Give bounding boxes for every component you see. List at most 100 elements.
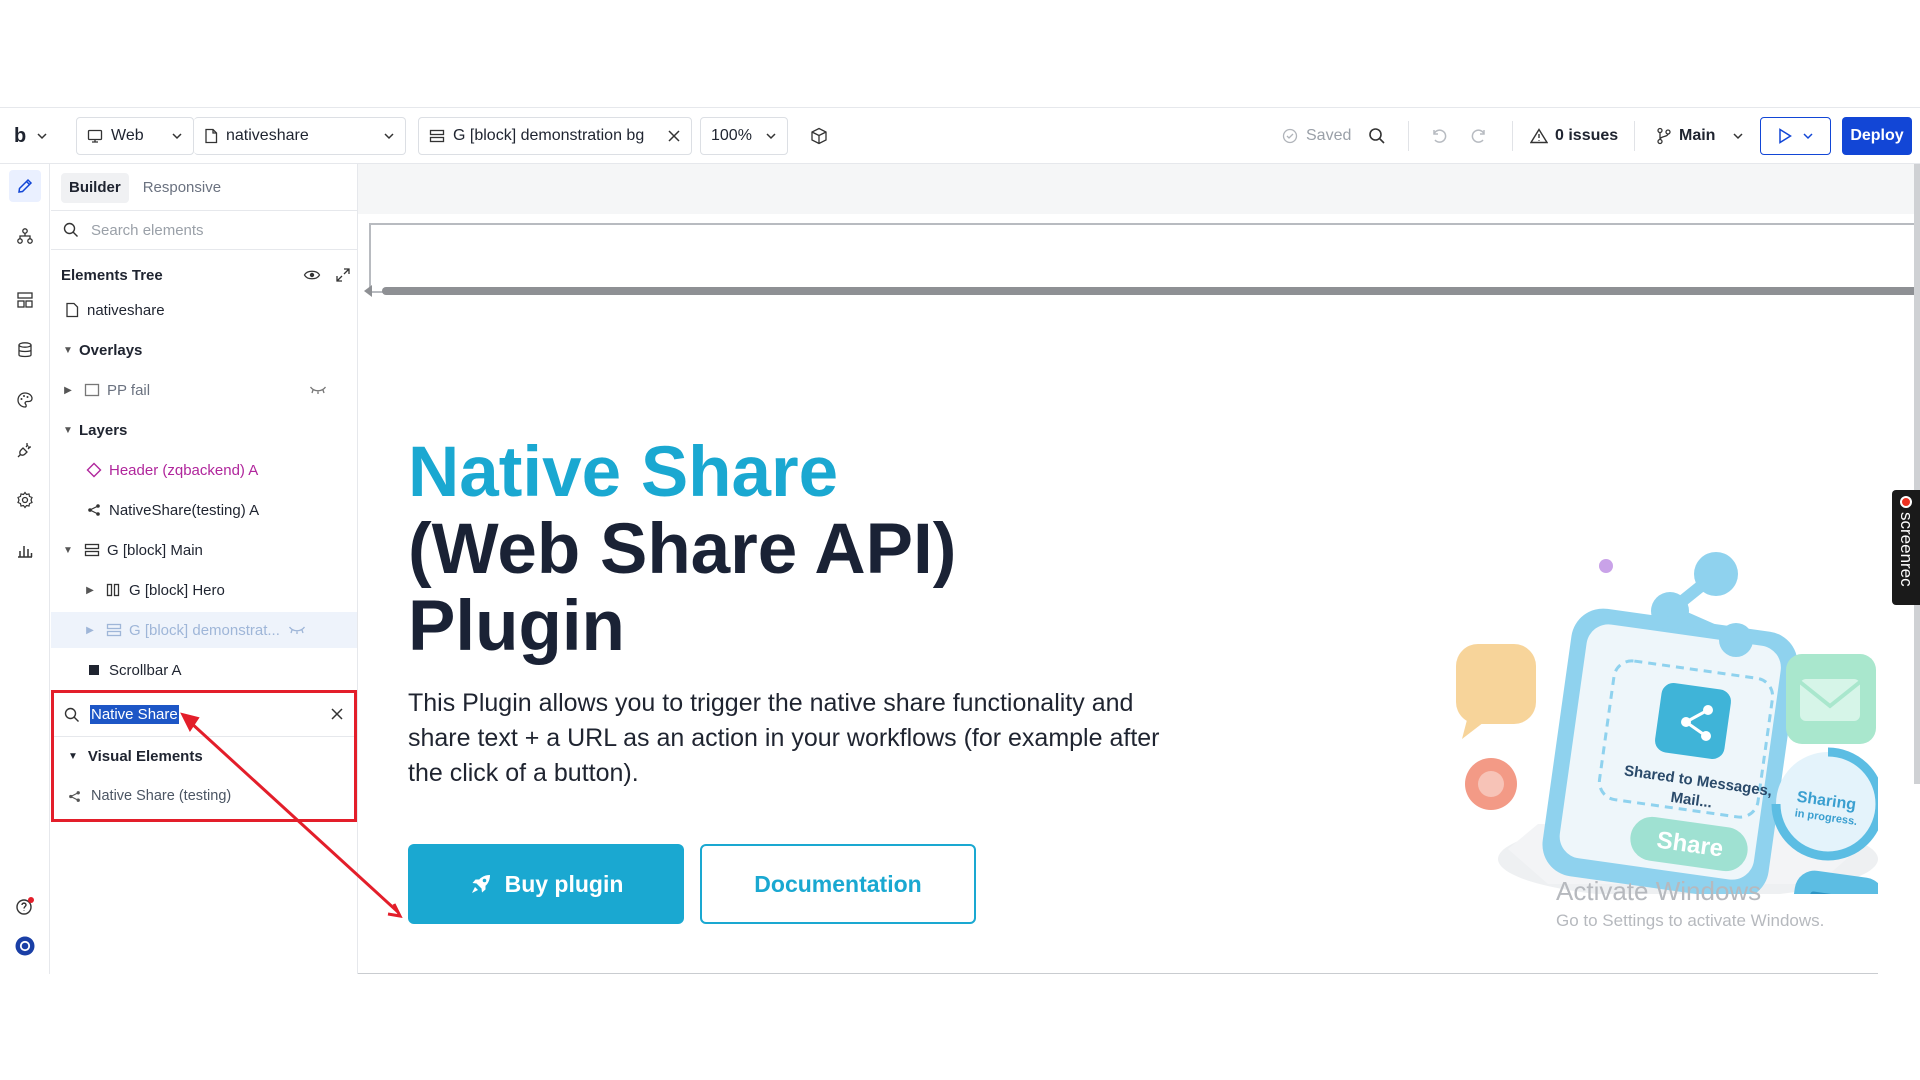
caret-down-icon[interactable]: ▼ <box>61 345 75 356</box>
tree-group-overlays[interactable]: ▼ Overlays <box>51 332 357 368</box>
result-category-label: Visual Elements <box>87 748 203 765</box>
styles-rail-button[interactable] <box>9 384 41 416</box>
watermark-title: Activate Windows <box>1556 876 1762 906</box>
caret-right-icon[interactable]: ▶ <box>61 385 75 396</box>
tree-item-hero[interactable]: ▶ G [block] Hero <box>51 572 357 608</box>
tree-item-label: nativeshare <box>87 301 165 319</box>
screenrec-widget[interactable]: screenrec <box>1892 490 1920 605</box>
buy-plugin-button[interactable]: Buy plugin <box>408 844 684 924</box>
tree-item-nativeshare[interactable]: NativeShare(testing) A <box>51 492 357 528</box>
caret-right-icon[interactable]: ▶ <box>83 625 97 636</box>
page-select[interactable]: nativeshare <box>194 117 406 155</box>
zoom-select[interactable]: 100% <box>700 117 788 155</box>
hero-description: This Plugin allows you to trigger the na… <box>408 689 1160 787</box>
help-rail-button[interactable] <box>9 890 41 922</box>
zoom-label: 100% <box>711 127 752 144</box>
search-button[interactable] <box>1368 117 1390 155</box>
search-result-item[interactable]: Native Share (testing) <box>68 788 231 804</box>
builder-rail-button[interactable] <box>9 170 41 202</box>
layouts-rail-button[interactable] <box>9 284 41 316</box>
chevron-down-icon <box>1724 130 1744 142</box>
components-rail-button[interactable] <box>9 220 41 252</box>
scroll-left-arrow[interactable] <box>364 285 372 297</box>
redo-button[interactable] <box>1470 117 1492 155</box>
search-result-label: Native Share (testing) <box>91 788 232 804</box>
left-icon-rail <box>0 164 50 974</box>
analytics-rail-button[interactable] <box>9 534 41 566</box>
close-icon[interactable] <box>330 707 344 721</box>
expand-icon[interactable] <box>335 267 351 283</box>
tree-item-label: Header (zqbackend) A <box>109 461 259 479</box>
tab-builder[interactable]: Builder <box>61 173 129 203</box>
tab-responsive[interactable]: Responsive <box>135 173 229 203</box>
caret-down-icon[interactable]: ▼ <box>61 545 75 556</box>
redo-icon <box>1470 127 1488 145</box>
run-preview-button[interactable] <box>1760 117 1831 155</box>
tree-item-label: Overlays <box>79 341 143 359</box>
palette-icon <box>16 391 34 409</box>
issues-label: 0 issues <box>1555 127 1619 144</box>
tree-item-label: Scrollbar A <box>109 661 182 679</box>
result-category[interactable]: ▼ Visual Elements <box>68 748 203 765</box>
3d-view-button[interactable] <box>810 117 832 155</box>
element-search-input[interactable]: Native Share <box>54 693 354 737</box>
hidden-eye-icon[interactable] <box>288 625 306 635</box>
rocket-icon <box>469 872 493 896</box>
horizontal-scrollbar[interactable] <box>382 287 1920 295</box>
canvas-frame <box>369 223 1920 293</box>
eye-icon[interactable] <box>303 268 321 282</box>
branch-select[interactable]: Main <box>1656 117 1744 155</box>
share-icon <box>68 790 81 803</box>
tree-item-header[interactable]: Header (zqbackend) A <box>51 452 357 488</box>
user-avatar[interactable] <box>9 930 41 962</box>
tree-item-main[interactable]: ▼ G [block] Main <box>51 532 357 568</box>
top-toolbar: b Web nativeshare G [block] demonstratio… <box>0 107 1920 164</box>
hero-title-line1: Native Share <box>408 433 839 512</box>
hidden-eye-icon[interactable] <box>309 385 327 395</box>
avatar-icon <box>15 936 35 956</box>
issues-button[interactable]: 0 issues <box>1530 117 1620 155</box>
chevron-down-icon <box>163 130 183 142</box>
tree-item-label: NativeShare(testing) A <box>109 501 260 519</box>
documentation-button[interactable]: Documentation <box>700 844 976 924</box>
caret-down-icon: ▼ <box>68 751 78 762</box>
tree-item-page[interactable]: nativeshare <box>51 292 357 328</box>
data-rail-button[interactable] <box>9 334 41 366</box>
design-canvas[interactable]: Native Share (Web Share API) Plugin This… <box>358 164 1920 974</box>
elements-tree-title: Elements Tree <box>61 266 163 284</box>
saved-label: Saved <box>1306 127 1352 144</box>
chevron-down-icon <box>757 130 777 142</box>
gear-icon <box>16 491 34 509</box>
caret-right-icon[interactable]: ▶ <box>83 585 97 596</box>
page-icon <box>63 301 81 319</box>
close-icon[interactable] <box>659 129 681 143</box>
element-search-field[interactable]: Search elements <box>51 210 357 250</box>
tree-item-label: G [block] Hero <box>129 581 225 599</box>
undo-button[interactable] <box>1430 117 1452 155</box>
saved-status: Saved <box>1282 117 1382 155</box>
tree-item-pp-fail[interactable]: ▶ PP fail <box>51 372 357 408</box>
vertical-scrollbar[interactable] <box>1914 164 1920 784</box>
settings-rail-button[interactable] <box>9 484 41 516</box>
platform-select[interactable]: Web <box>76 117 194 155</box>
share-icon <box>85 501 103 519</box>
hero-title-line3: Plugin <box>408 587 625 666</box>
buy-plugin-label: Buy plugin <box>504 870 624 897</box>
plugins-rail-button[interactable] <box>9 434 41 466</box>
search-query: Native Share <box>90 705 179 724</box>
tree-item-scrollbar[interactable]: Scrollbar A <box>51 652 357 688</box>
monitor-icon <box>87 128 103 144</box>
chevron-down-icon <box>36 130 48 142</box>
play-icon <box>1778 128 1792 144</box>
tree-item-label: Layers <box>79 421 128 439</box>
panel-tabs: Builder Responsive <box>61 173 229 203</box>
tree-group-layers[interactable]: ▼ Layers <box>51 412 357 448</box>
app-menu-button[interactable]: b <box>14 117 60 155</box>
deploy-button[interactable]: Deploy <box>1842 117 1912 155</box>
hero-title-line2: (Web Share API) <box>408 510 957 589</box>
divider <box>1634 121 1635 151</box>
search-placeholder: Search elements <box>91 221 204 239</box>
caret-down-icon[interactable]: ▼ <box>61 425 75 436</box>
tree-item-demonstration[interactable]: ▶ G [block] demonstrat... <box>51 612 357 648</box>
selected-element-chip[interactable]: G [block] demonstration bg <box>418 117 692 155</box>
